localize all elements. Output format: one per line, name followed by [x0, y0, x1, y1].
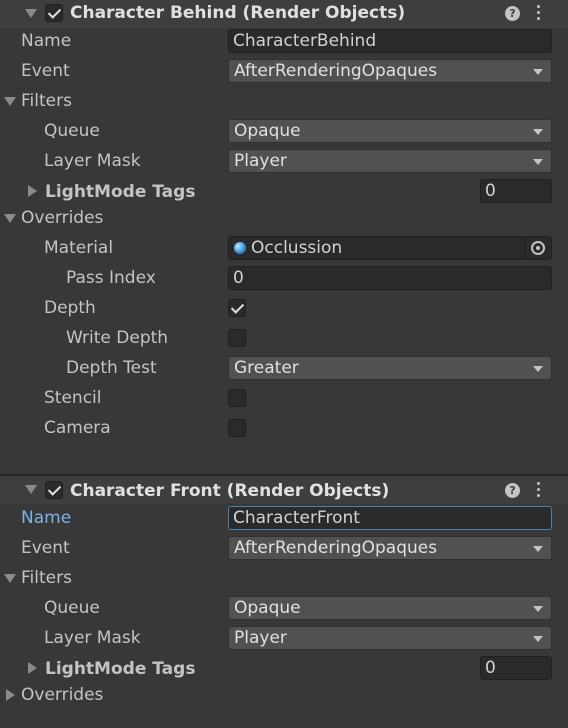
overrides-label[interactable]: Overrides	[21, 208, 103, 228]
depth-test-value: Greater	[234, 358, 299, 378]
help-icon[interactable]: ?	[505, 483, 520, 498]
name-input[interactable]: CharacterBehind	[228, 29, 552, 53]
lightmode-tags-count-input[interactable]: 0	[480, 656, 552, 680]
chevron-down-icon	[533, 606, 543, 612]
queue-value: Opaque	[234, 598, 301, 618]
chevron-down-icon	[533, 69, 543, 75]
feature-enabled-checkbox[interactable]	[45, 4, 63, 22]
camera-checkbox[interactable]	[228, 419, 246, 437]
event-dropdown[interactable]: AfterRenderingOpaques	[228, 536, 552, 560]
layer-mask-value: Player	[234, 151, 287, 171]
overrides-label[interactable]: Overrides	[21, 685, 103, 705]
feature-title: Character Behind (Render Objects)	[70, 3, 406, 23]
object-picker-button[interactable]	[524, 237, 551, 259]
help-icon[interactable]: ?	[505, 6, 520, 21]
feature-title: Character Front (Render Objects)	[70, 481, 390, 501]
camera-label: Camera	[44, 418, 111, 438]
object-picker-icon	[531, 241, 545, 255]
filters-foldout-icon[interactable]	[4, 97, 16, 106]
queue-dropdown[interactable]: Opaque	[228, 596, 552, 620]
feature-enabled-checkbox[interactable]	[45, 481, 63, 499]
material-label: Material	[44, 238, 114, 258]
layer-mask-label: Layer Mask	[44, 151, 141, 171]
queue-label: Queue	[44, 598, 100, 618]
name-input[interactable]: CharacterFront	[228, 506, 552, 530]
name-label: Name	[21, 508, 72, 528]
layer-mask-dropdown[interactable]: Player	[228, 149, 552, 173]
feature-header-character-behind[interactable]: Character Behind (Render Objects) ?	[0, 0, 568, 28]
event-value: AfterRenderingOpaques	[234, 61, 438, 81]
event-dropdown[interactable]: AfterRenderingOpaques	[228, 59, 552, 83]
stencil-checkbox[interactable]	[228, 389, 246, 407]
pass-index-label: Pass Index	[66, 268, 156, 288]
material-object-field[interactable]: Occlussion	[228, 236, 552, 260]
context-menu-icon[interactable]	[537, 5, 541, 23]
queue-label: Queue	[44, 121, 100, 141]
layer-mask-dropdown[interactable]: Player	[228, 626, 552, 650]
lightmode-tags-label[interactable]: LightMode Tags	[45, 182, 195, 202]
foldout-open-icon[interactable]	[25, 485, 37, 494]
lightmode-foldout-icon[interactable]	[28, 185, 37, 197]
name-label: Name	[21, 31, 72, 51]
layer-mask-label: Layer Mask	[44, 628, 141, 648]
lightmode-tags-count-input[interactable]: 0	[480, 179, 552, 203]
queue-value: Opaque	[234, 121, 301, 141]
pass-index-input[interactable]: 0	[228, 266, 552, 290]
filters-label[interactable]: Filters	[21, 91, 72, 111]
event-value: AfterRenderingOpaques	[234, 538, 438, 558]
material-sphere-icon	[234, 242, 246, 254]
overrides-foldout-icon[interactable]	[4, 214, 16, 223]
chevron-down-icon	[533, 366, 543, 372]
filters-foldout-icon[interactable]	[4, 574, 16, 583]
filters-label[interactable]: Filters	[21, 568, 72, 588]
feature-header-character-front[interactable]: Character Front (Render Objects) ?	[0, 476, 568, 504]
depth-test-label: Depth Test	[66, 358, 157, 378]
lightmode-foldout-icon[interactable]	[28, 662, 37, 674]
depth-label: Depth	[44, 298, 96, 318]
event-label: Event	[21, 538, 70, 558]
lightmode-tags-label[interactable]: LightMode Tags	[45, 659, 195, 679]
foldout-open-icon[interactable]	[25, 9, 37, 18]
layer-mask-value: Player	[234, 628, 287, 648]
queue-dropdown[interactable]: Opaque	[228, 119, 552, 143]
chevron-down-icon	[533, 129, 543, 135]
overrides-foldout-icon[interactable]	[6, 689, 15, 701]
depth-checkbox[interactable]	[228, 299, 246, 317]
stencil-label: Stencil	[44, 388, 102, 408]
depth-test-dropdown[interactable]: Greater	[228, 356, 552, 380]
context-menu-icon[interactable]	[537, 482, 541, 500]
chevron-down-icon	[533, 159, 543, 165]
event-label: Event	[21, 61, 70, 81]
write-depth-checkbox[interactable]	[228, 329, 246, 347]
material-value: Occlussion	[251, 238, 343, 258]
chevron-down-icon	[533, 636, 543, 642]
write-depth-label: Write Depth	[66, 328, 169, 348]
chevron-down-icon	[533, 546, 543, 552]
